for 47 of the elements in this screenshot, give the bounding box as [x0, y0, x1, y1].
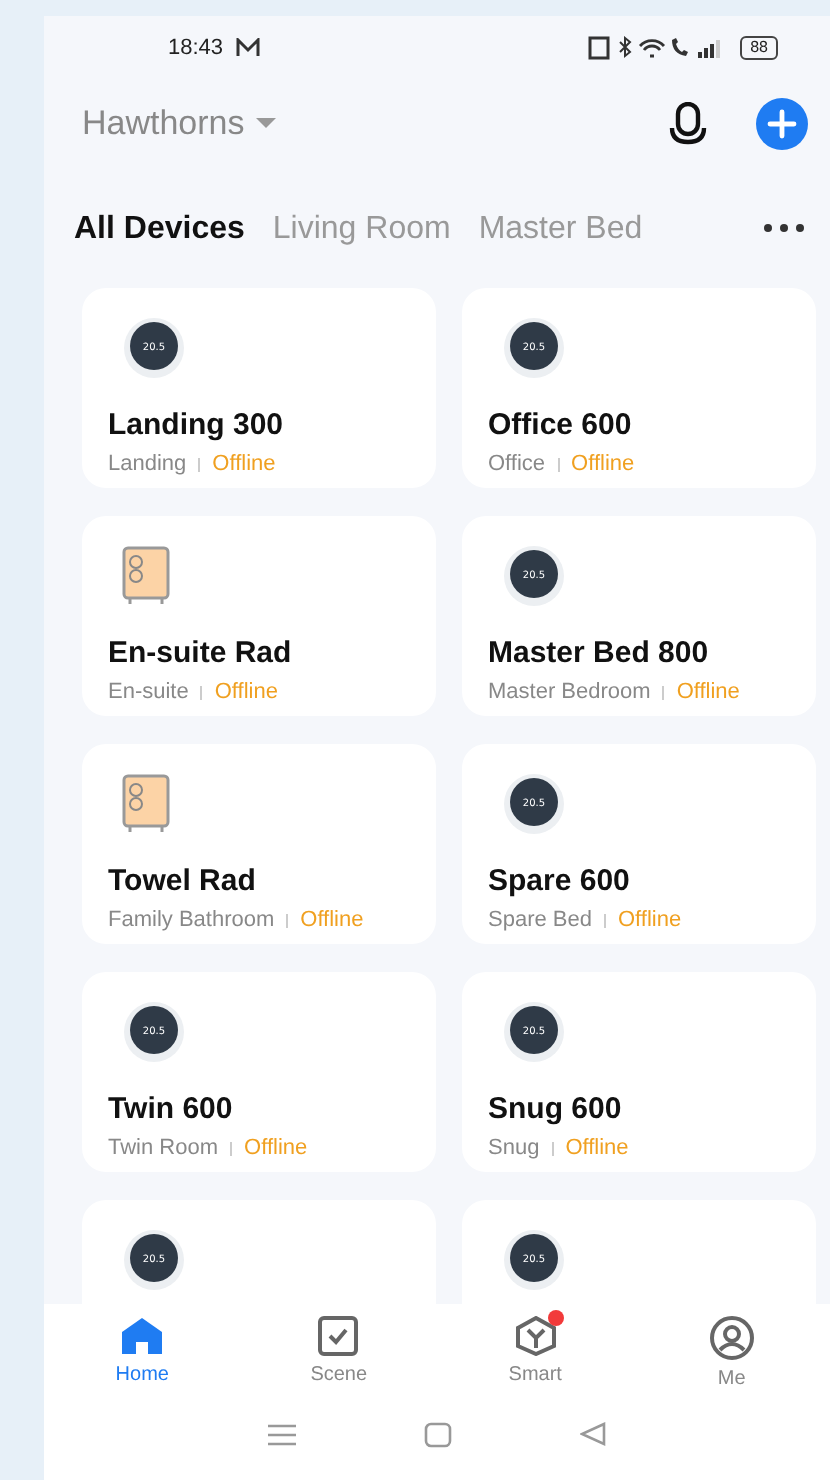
- more-icon[interactable]: [764, 224, 804, 232]
- nav-tab[interactable]: Me: [633, 1304, 830, 1410]
- room-tab[interactable]: All Devices: [74, 212, 245, 248]
- back-icon[interactable]: [580, 1422, 606, 1446]
- device-status: Offline: [571, 452, 635, 476]
- device-name: Twin 600: [108, 1092, 235, 1126]
- device-name: Spare 600: [488, 864, 632, 898]
- device-card[interactable]: En-suite Rad En-suite Offline: [82, 516, 436, 716]
- nav-tab[interactable]: Home: [44, 1304, 241, 1410]
- device-room: Landing: [108, 452, 187, 476]
- nav-tab[interactable]: Smart: [437, 1304, 634, 1410]
- device-name: Office 600: [488, 408, 634, 442]
- device-room: Snug: [488, 1136, 540, 1160]
- checkbox-icon: [316, 1316, 361, 1356]
- menu-icon[interactable]: [268, 1423, 296, 1445]
- device-room: Family Bathroom: [108, 908, 275, 932]
- mail-icon: [235, 38, 260, 58]
- device-status: Offline: [300, 908, 364, 932]
- device-room: En-suite: [108, 680, 189, 704]
- device-status: Offline: [244, 1136, 308, 1160]
- device-status: Offline: [214, 680, 278, 704]
- microphone-icon[interactable]: [668, 102, 708, 146]
- device-status: Offline: [212, 452, 276, 476]
- device-name: Snug 600: [488, 1092, 624, 1126]
- profile-icon: [709, 1316, 754, 1360]
- cube-icon: [513, 1316, 558, 1356]
- add-button[interactable]: [756, 98, 808, 150]
- device-room: Office: [488, 452, 546, 476]
- device-card[interactable]: Towel Rad Family Bathroom Offline: [82, 744, 436, 944]
- device-room: Master Bedroom: [488, 680, 651, 704]
- device-name: Towel Rad: [108, 864, 258, 898]
- device-name: Landing 300: [108, 408, 286, 442]
- nav-tab[interactable]: Scene: [240, 1304, 437, 1410]
- square-icon[interactable]: [424, 1421, 452, 1447]
- radiator-icon: [122, 544, 170, 608]
- device-name: En-suite Rad: [108, 636, 294, 670]
- caret-icon: [256, 118, 277, 130]
- device-room: Twin Room: [108, 1136, 219, 1160]
- home-icon: [120, 1316, 165, 1356]
- battery-indicator: 88: [740, 36, 778, 60]
- device-status: Offline: [676, 680, 740, 704]
- status-time: 18:43: [168, 36, 224, 60]
- device-name: Master Bed 800: [488, 636, 711, 670]
- radiator-icon: [122, 772, 170, 836]
- device-room: Spare Bed: [488, 908, 592, 932]
- device-status: Offline: [617, 908, 682, 932]
- device-status: Offline: [565, 1136, 629, 1160]
